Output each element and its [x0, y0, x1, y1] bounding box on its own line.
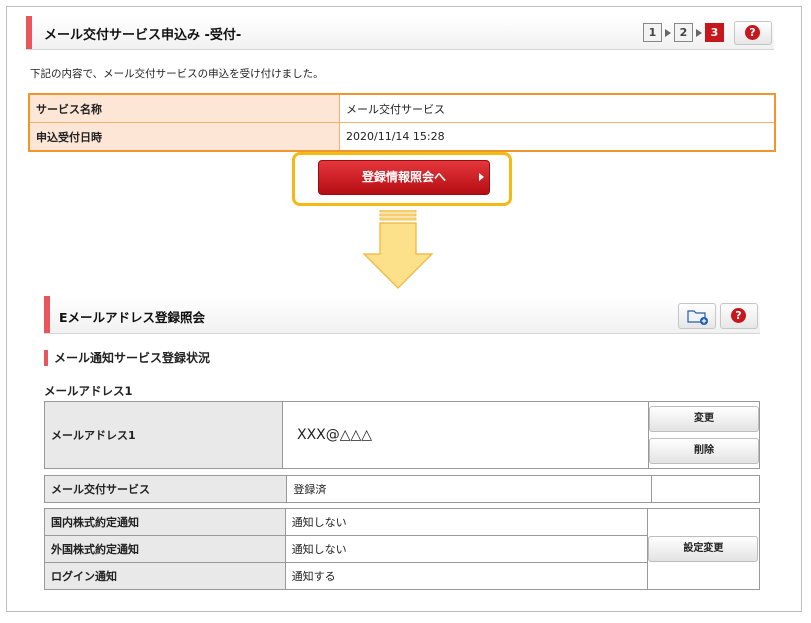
intro-text: 下記の内容で、メール交付サービスの申込を受け付けました。	[30, 68, 324, 80]
summary-table: サービス名称 メール交付サービス 申込受付日時 2020/11/14 15:28	[28, 93, 776, 152]
section-accent-bar	[44, 296, 50, 333]
delete-button[interactable]: 削除	[649, 438, 759, 464]
notification-value: 通知しない	[284, 508, 648, 536]
change-button[interactable]: 変更	[649, 406, 759, 432]
email-value: XXX@△△△	[282, 401, 649, 469]
service-label: メール交付サービス	[43, 475, 288, 503]
table-row: メールアドレス1 XXX@△△△ 変更 削除	[44, 401, 760, 469]
help-icon: ?	[745, 25, 760, 40]
folder-add-icon	[687, 310, 708, 325]
section-header: Eメールアドレス登録照会 ?	[44, 296, 760, 334]
registration-info-button[interactable]: 登録情報照会へ	[318, 160, 490, 195]
settings-change-button[interactable]: 設定変更	[648, 536, 759, 562]
notification-value: 通知する	[284, 562, 648, 590]
empty-cell	[651, 475, 760, 503]
service-value: 登録済	[286, 475, 653, 503]
down-arrow-icon	[362, 210, 434, 289]
section-help-button[interactable]: ?	[720, 303, 758, 329]
section-title: Eメールアドレス登録照会	[59, 310, 206, 325]
summary-value: メール交付サービス	[339, 94, 775, 123]
help-button[interactable]: ?	[734, 21, 772, 45]
table-row: 国内株式約定通知 通知しない 設定変更	[44, 508, 761, 590]
table-row: 申込受付日時 2020/11/14 15:28	[29, 122, 775, 152]
summary-value: 2020/11/14 15:28	[339, 122, 775, 152]
step-arrow-icon	[665, 28, 671, 37]
step-2: 2	[674, 23, 693, 42]
mail-service-table: メール交付サービス 登録済	[43, 475, 760, 503]
page-title: メール交付サービス申込み -受付-	[44, 28, 242, 43]
summary-label: 申込受付日時	[29, 122, 340, 152]
mail-address-heading: メールアドレス1	[44, 384, 133, 398]
table-row: メール交付サービス 登録済	[43, 475, 760, 503]
step-3: 3	[705, 23, 724, 42]
summary-label: サービス名称	[29, 94, 340, 123]
page-header: メール交付サービス申込み -受付- 1 2 3 ?	[26, 16, 774, 50]
email-label: メールアドレス1	[44, 401, 283, 469]
notification-table: 国内株式約定通知 通知しない 設定変更 外国株式約定通知 通知しない ログイン通…	[44, 508, 761, 590]
settings-cell: 設定変更	[646, 508, 761, 590]
notification-value: 通知しない	[284, 535, 648, 563]
step-indicator: 1 2 3	[643, 23, 724, 42]
cta-highlight: 登録情報照会へ	[292, 152, 512, 206]
email-address-table: メールアドレス1 XXX@△△△ 変更 削除	[44, 401, 760, 469]
notification-label: ログイン通知	[44, 562, 286, 590]
notification-label: 国内株式約定通知	[44, 508, 286, 536]
play-arrow-icon	[479, 173, 484, 181]
table-row: サービス名称 メール交付サービス	[29, 94, 775, 123]
header-accent-bar	[26, 16, 32, 49]
email-actions: 変更 削除	[648, 401, 760, 469]
step-1: 1	[643, 23, 662, 42]
registration-info-button-label: 登録情報照会へ	[361, 170, 446, 184]
help-icon: ?	[731, 308, 746, 323]
step-arrow-icon	[696, 28, 702, 37]
folder-add-button[interactable]	[678, 303, 716, 329]
subsection-title: メール通知サービス登録状況	[44, 350, 210, 366]
notification-label: 外国株式約定通知	[44, 535, 286, 563]
